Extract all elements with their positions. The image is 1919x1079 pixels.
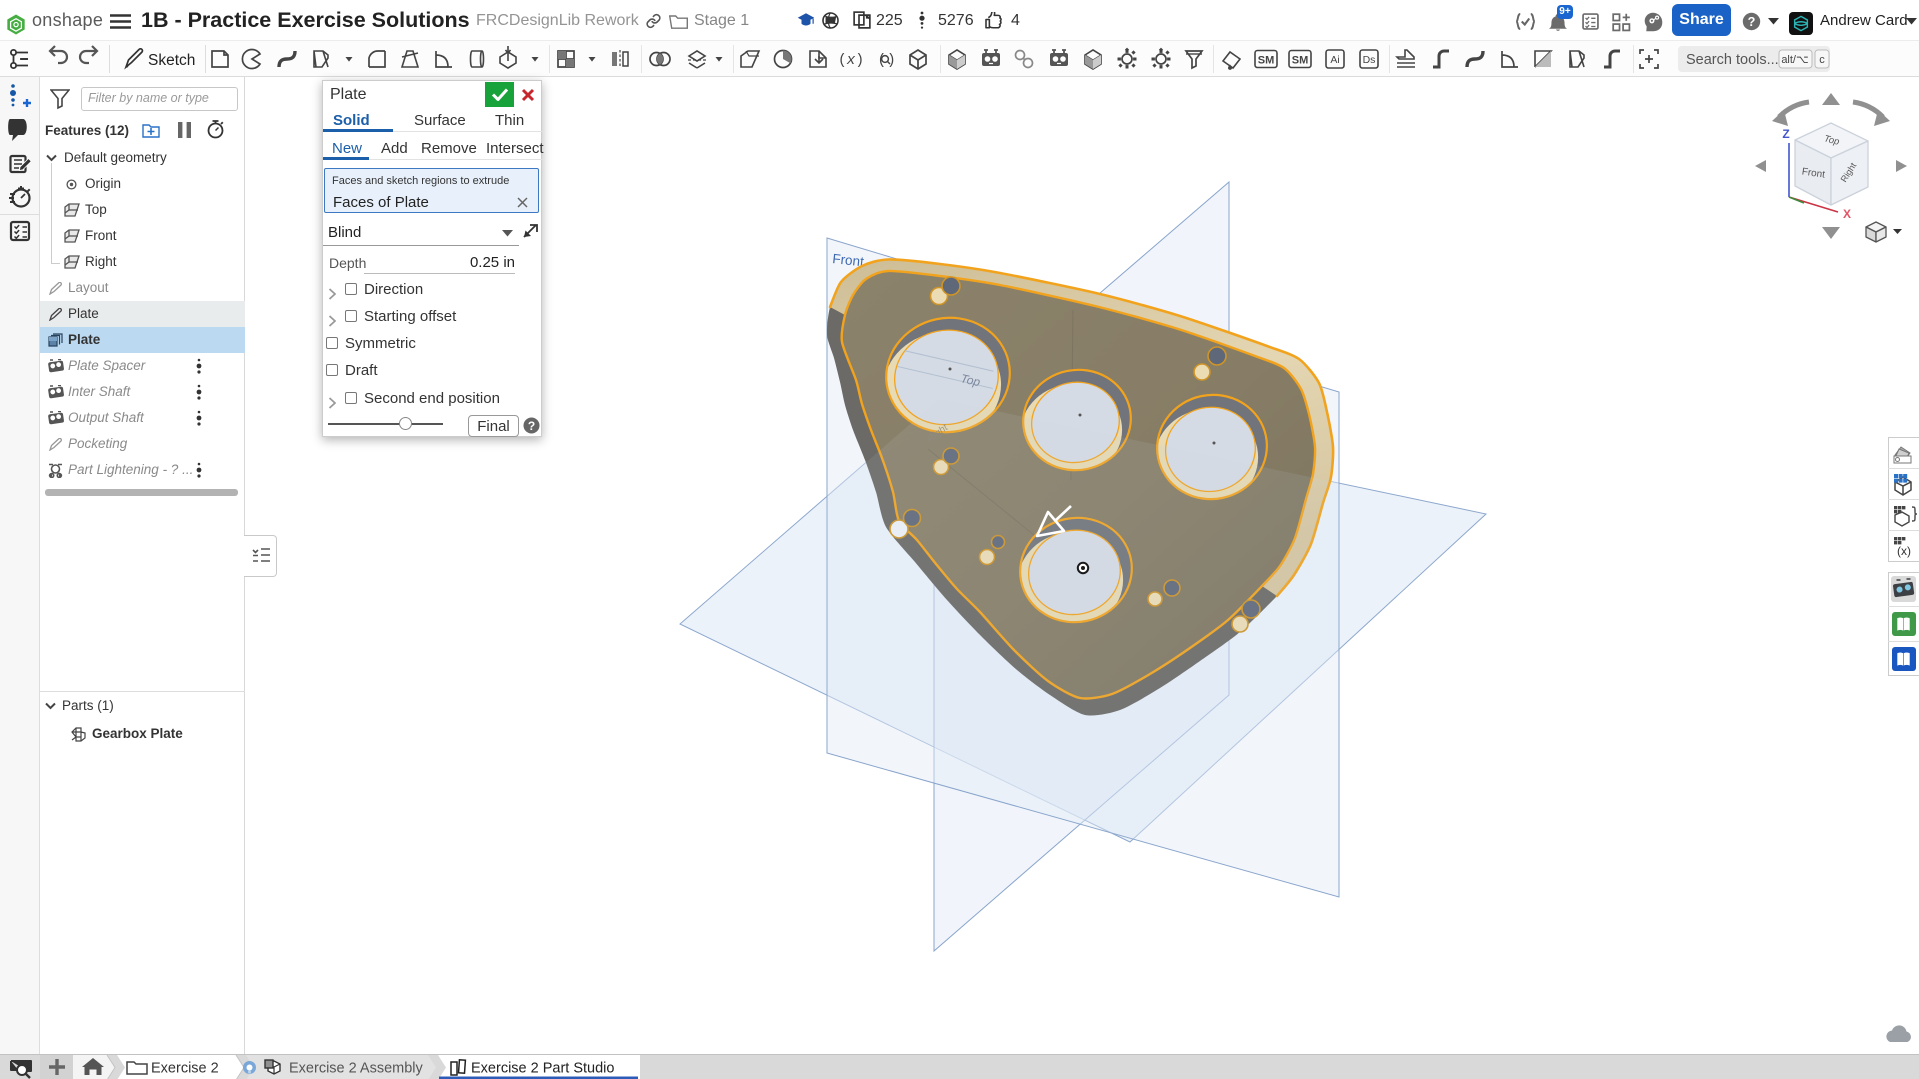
svg-text:Exercise 2 Part Studio: Exercise 2 Part Studio — [471, 1061, 614, 1077]
svg-text:Search tools...: Search tools... — [1686, 52, 1779, 68]
svg-text:alt/⌥: alt/⌥ — [1781, 54, 1808, 66]
svg-text:?: ? — [528, 419, 535, 433]
svg-text:c: c — [1819, 54, 1825, 66]
svg-text:Sketch: Sketch — [148, 52, 195, 69]
svg-text:Z: Z — [1782, 127, 1789, 141]
svg-text:?: ? — [1748, 15, 1756, 29]
svg-text:X: X — [1843, 207, 1851, 221]
svg-text:Exercise 2 Assembly: Exercise 2 Assembly — [289, 1061, 424, 1077]
svg-text:Exercise 2: Exercise 2 — [151, 1061, 219, 1077]
svg-text:(x): (x) — [1897, 544, 1911, 558]
